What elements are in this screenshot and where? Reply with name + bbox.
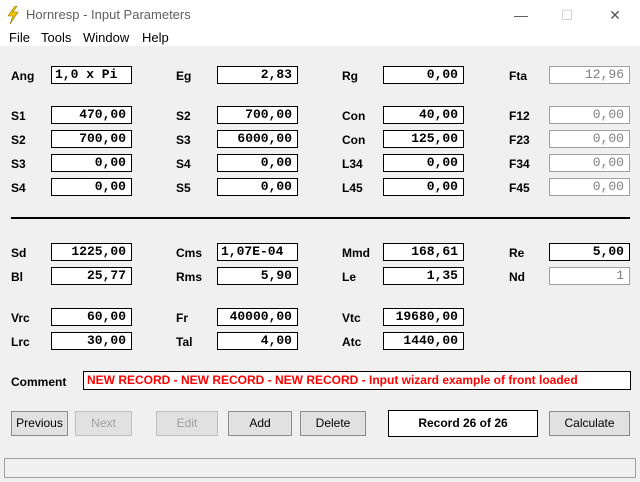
label-f12: F12 [509,109,530,123]
re-field[interactable]: 5,00 [549,243,630,261]
s5-field[interactable]: 0,00 [217,178,298,196]
s4-field[interactable]: 0,00 [51,178,132,196]
f45-field: 0,00 [549,178,630,196]
l45-field[interactable]: 0,00 [383,178,464,196]
label-s1: S1 [11,109,26,123]
vtc-field[interactable]: 19680,00 [383,308,464,326]
l34-field[interactable]: 0,00 [383,154,464,172]
calculate-button[interactable]: Calculate [549,411,630,436]
label-con: Con [342,109,366,123]
menu-tools[interactable]: Tools [41,30,71,45]
label-l34: L34 [342,157,363,171]
label-s4: S4 [176,157,191,171]
label-vrc: Vrc [11,311,30,325]
delete-button[interactable]: Delete [300,411,366,436]
label-cms: Cms [176,246,203,260]
edit-button[interactable]: Edit [156,411,218,436]
label-fta: Fta [509,69,527,83]
vrc-field[interactable]: 60,00 [51,308,132,326]
atc-field[interactable]: 1440,00 [383,332,464,350]
label-f45: F45 [509,181,530,195]
rms-field[interactable]: 5,90 [217,267,298,285]
label-fr: Fr [176,311,188,325]
label-l45: L45 [342,181,363,195]
label-lrc: Lrc [11,335,30,349]
nd-field[interactable]: 1 [549,267,630,285]
maximize-button[interactable]: ☐ [552,6,582,24]
f12-field: 0,00 [549,106,630,124]
menu-file[interactable]: File [9,30,30,45]
close-button[interactable]: ✕ [600,6,630,24]
le-field[interactable]: 1,35 [383,267,464,285]
fta-field: 12,96 [549,66,630,84]
menu-help[interactable]: Help [142,30,169,45]
f34-field: 0,00 [549,154,630,172]
label-f34: F34 [509,157,530,171]
s2-field[interactable]: 700,00 [217,106,298,124]
app-lightning-icon [7,6,19,24]
add-button[interactable]: Add [228,411,292,436]
status-bar [4,458,636,478]
minimize-button[interactable]: — [506,6,536,24]
mmd-field[interactable]: 168,61 [383,243,464,261]
con2-field[interactable]: 125,00 [383,130,464,148]
label-re: Re [509,246,525,260]
menu-bar: File Tools Window Help [0,30,640,46]
label-atc: Atc [342,335,362,349]
label-eg: Eg [176,69,192,83]
label-rms: Rms [176,270,203,284]
menu-window[interactable]: Window [83,30,129,45]
label-s5: S5 [176,181,191,195]
rg-field[interactable]: 0,00 [383,66,464,84]
cms-field[interactable]: 1,07E-04 [217,243,298,261]
label-nd: Nd [509,270,525,284]
label-le: Le [342,270,357,284]
label-sd: Sd [11,246,27,260]
s2-field[interactable]: 700,00 [51,130,132,148]
fr-field[interactable]: 40000,00 [217,308,298,326]
label-tal: Tal [176,335,193,349]
label-vtc: Vtc [342,311,361,325]
s4-field[interactable]: 0,00 [217,154,298,172]
label-s2: S2 [176,109,191,123]
bl-field[interactable]: 25,77 [51,267,132,285]
s1-field[interactable]: 470,00 [51,106,132,124]
record-indicator: Record 26 of 26 [388,410,538,437]
con1-field[interactable]: 40,00 [383,106,464,124]
next-button[interactable]: Next [75,411,132,436]
label-con: Con [342,133,366,147]
sd-field[interactable]: 1225,00 [51,243,132,261]
s3-field[interactable]: 6000,00 [217,130,298,148]
section-divider [11,217,630,219]
label-s2: S2 [11,133,26,147]
lrc-field[interactable]: 30,00 [51,332,132,350]
window-title: Hornresp - Input Parameters [26,7,191,22]
label-s3: S3 [176,133,191,147]
s3-field[interactable]: 0,00 [51,154,132,172]
label-bl: Bl [11,270,23,284]
label-f23: F23 [509,133,530,147]
label-mmd: Mmd [342,246,370,260]
title-bar: Hornresp - Input Parameters — ☐ ✕ [0,0,640,30]
previous-button[interactable]: Previous [11,411,68,436]
f23-field: 0,00 [549,130,630,148]
eg-field[interactable]: 2,83 [217,66,298,84]
comment-field[interactable]: NEW RECORD - NEW RECORD - NEW RECORD - I… [83,371,631,390]
label-comment: Comment [11,375,67,389]
label-s3: S3 [11,157,26,171]
label-s4: S4 [11,181,26,195]
label-ang: Ang [11,69,35,83]
label-rg: Rg [342,69,358,83]
ang-field[interactable]: 1,0 x Pi [51,66,132,84]
tal-field[interactable]: 4,00 [217,332,298,350]
